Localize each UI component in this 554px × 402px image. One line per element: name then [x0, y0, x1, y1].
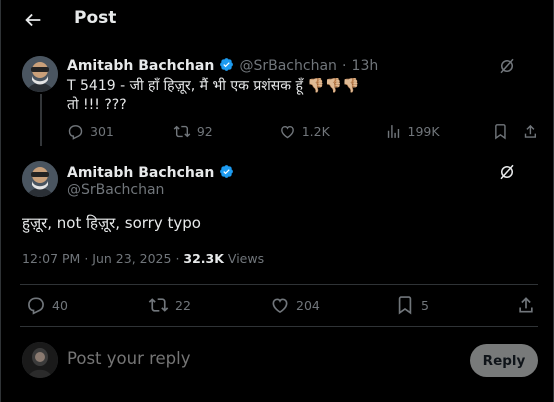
avatar[interactable]	[22, 56, 58, 92]
verified-badge-icon	[220, 58, 234, 71]
avatar[interactable]	[22, 161, 58, 197]
author-name[interactable]: Amitabh Bachchan	[67, 165, 214, 181]
reply-icon	[68, 125, 83, 140]
like-count: 1.2K	[301, 124, 330, 139]
repost-action[interactable]: 22	[148, 295, 270, 315]
quoted-tweet-line-2: तो !!! ???	[67, 97, 127, 113]
views-action[interactable]: 199K	[385, 123, 491, 140]
thread-line	[40, 94, 42, 146]
tweet-date[interactable]: Jun 23, 2025	[92, 251, 171, 266]
tweet-time[interactable]: 12:07 PM	[22, 251, 80, 266]
divider	[20, 284, 538, 285]
like-icon	[272, 298, 288, 314]
reply-count: 301	[90, 124, 114, 139]
divider	[20, 326, 538, 327]
quoted-tweet-header: Amitabh Bachchan @SrBachchan · 13h	[67, 55, 378, 74]
grok-icon[interactable]	[498, 163, 516, 181]
quoted-tweet-actions: 301 92 1.2K 199K	[67, 123, 539, 140]
views-label: Views	[227, 251, 265, 266]
bookmark-action[interactable]: 5	[395, 295, 516, 315]
reply-icon	[28, 297, 44, 315]
like-action[interactable]: 1.2K	[279, 123, 385, 140]
separator-dot: ·	[84, 251, 89, 266]
repost-action[interactable]: 92	[173, 123, 279, 140]
quoted-tweet-line-1: T 5419 - जी हाँ हिज़ूर, मैं भी एक प्रशंस…	[67, 78, 360, 94]
like-action[interactable]: 204	[270, 295, 395, 315]
share-icon[interactable]	[522, 123, 539, 140]
author-name[interactable]: Amitabh Bachchan	[67, 58, 214, 74]
main-tweet-author: Amitabh Bachchan	[67, 162, 234, 181]
views-icon	[387, 125, 399, 138]
main-tweet-text: हुज़ूर, not हिज़ूर, sorry typo	[22, 214, 201, 232]
main-tweet-actions: 40 22 204 5	[26, 295, 538, 315]
like-icon	[280, 125, 294, 139]
reply-count: 40	[52, 297, 68, 313]
reply-action[interactable]: 301	[67, 123, 173, 140]
author-handle[interactable]: @SrBachchan	[239, 58, 336, 74]
reply-button[interactable]: Reply	[470, 344, 538, 377]
back-arrow-icon[interactable]	[22, 9, 44, 31]
views-count: 32.3K	[183, 251, 224, 266]
share-icon[interactable]	[516, 295, 536, 315]
like-count: 204	[296, 297, 320, 313]
tweet-meta: 12:07 PM · Jun 23, 2025 · 32.3K Views	[22, 251, 264, 266]
grok-icon[interactable]	[498, 57, 516, 75]
timestamp[interactable]: 13h	[352, 58, 379, 74]
separator-dot: ·	[342, 58, 347, 74]
post-page: Post Amitabh Bachchan @SrBachchan · 13h …	[0, 0, 554, 402]
avatar[interactable]	[22, 342, 58, 378]
reply-action[interactable]: 40	[26, 295, 148, 315]
quoted-tweet-text: T 5419 - जी हाँ हिज़ूर, मैं भी एक प्रशंस…	[67, 77, 360, 115]
bookmark-icon[interactable]	[492, 123, 509, 140]
page-title: Post	[74, 8, 117, 28]
header: Post	[1, 0, 554, 40]
repost-count: 22	[175, 297, 191, 313]
repost-icon	[173, 125, 191, 138]
bookmark-icon	[398, 296, 412, 315]
repost-icon	[148, 298, 169, 312]
separator-dot: ·	[175, 251, 180, 266]
bookmark-count: 5	[421, 297, 429, 313]
verified-badge-icon	[220, 165, 234, 178]
views-count: 199K	[407, 124, 440, 139]
reply-input[interactable]	[67, 349, 447, 368]
author-handle[interactable]: @SrBachchan	[67, 182, 164, 198]
repost-count: 92	[196, 124, 213, 139]
